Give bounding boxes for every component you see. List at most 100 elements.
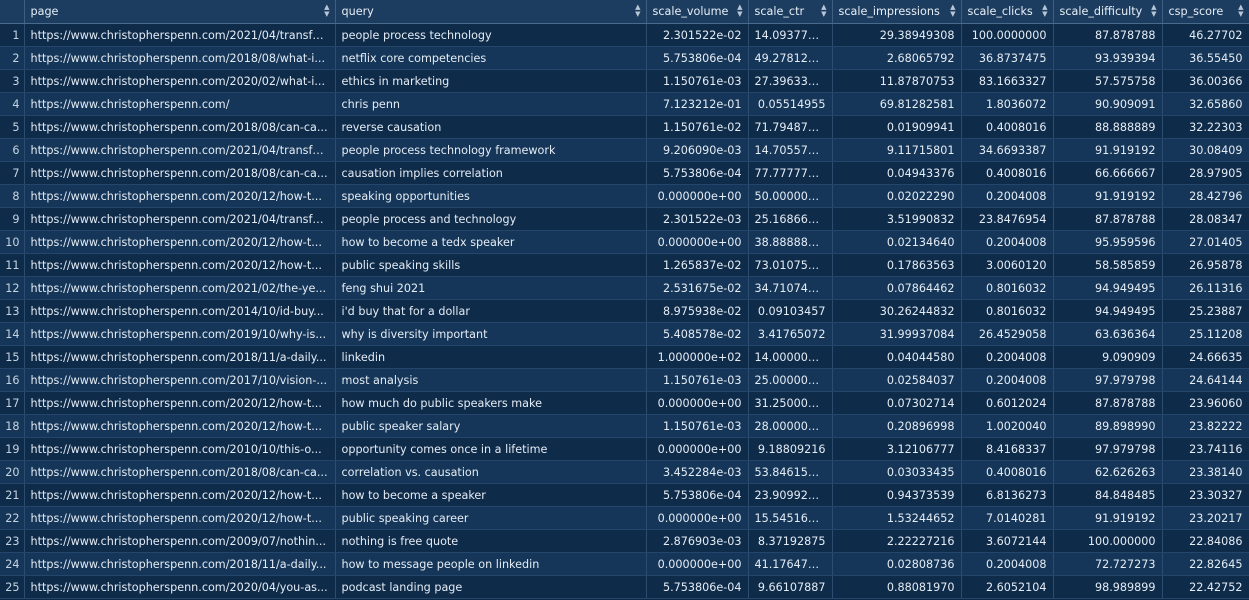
sort-icon[interactable]: ▲ ▼ (821, 4, 826, 18)
table-row[interactable]: 2 https://www.christopherspenn.com/2018/0… (0, 46, 1249, 70)
cell-scale-volume: 0.000000e+00 (646, 437, 749, 461)
sort-icon[interactable]: ▲ ▼ (635, 4, 640, 18)
cell-scale-volume: 0.000000e+00 (646, 552, 749, 576)
table-row[interactable]: 22 https://www.christopherspenn.com/2020/… (0, 506, 1249, 530)
table-row[interactable]: 12 https://www.christopherspenn.com/2021/… (0, 276, 1249, 300)
cell-csp-score: 26.95878 (1162, 253, 1249, 277)
table-row[interactable]: 6 https://www.christopherspenn.com/2021/0… (0, 138, 1249, 162)
cell-scale-difficulty: 95.959596 (1053, 230, 1163, 254)
cell-scale-impressions: 69.81282581 (832, 92, 962, 116)
sort-icon[interactable]: ▲ ▼ (1238, 4, 1243, 18)
table-row[interactable]: 23 https://www.christopherspenn.com/2009/… (0, 529, 1249, 553)
column-header-scale-ctr[interactable]: scale_ctr ▲ ▼ (748, 0, 833, 24)
table-body: 1 https://www.christopherspenn.com/2021/0… (0, 23, 1249, 599)
table-row[interactable]: 10 https://www.christopherspenn.com/2020/… (0, 230, 1249, 254)
table-row[interactable]: 16 https://www.christopherspenn.com/2017/… (0, 368, 1249, 392)
table-row[interactable]: 25 https://www.christopherspenn.com/2020/… (0, 575, 1249, 599)
cell-page: https://www.christopherspenn.com/2020/12… (24, 391, 336, 415)
table-row[interactable]: 1 https://www.christopherspenn.com/2021/0… (0, 23, 1249, 47)
row-number: 1 (0, 23, 25, 47)
table-row[interactable]: 17 https://www.christopherspenn.com/2020/… (0, 391, 1249, 415)
table-row[interactable]: 13 https://www.christopherspenn.com/2014/… (0, 299, 1249, 323)
cell-scale-ctr: 0.09103457 (748, 299, 833, 323)
cell-query: why is diversity important (335, 322, 647, 346)
cell-scale-clicks: 6.8136273 (961, 483, 1054, 507)
row-number: 24 (0, 552, 25, 576)
cell-scale-clicks: 2.6052104 (961, 575, 1054, 599)
cell-scale-volume: 1.150761e-03 (646, 368, 749, 392)
cell-scale-impressions: 3.51990832 (832, 207, 962, 231)
table-row[interactable]: 9 https://www.christopherspenn.com/2021/0… (0, 207, 1249, 231)
cell-scale-difficulty: 84.848485 (1053, 483, 1163, 507)
cell-scale-volume: 0.000000e+00 (646, 391, 749, 415)
cell-query: linkedin (335, 345, 647, 369)
cell-scale-impressions: 29.38949308 (832, 23, 962, 47)
column-header-scale-difficulty[interactable]: scale_difficulty ▲ ▼ (1053, 0, 1163, 24)
cell-scale-ctr: 73.01075269 (748, 253, 833, 277)
cell-page: https://www.christopherspenn.com/2018/08… (24, 46, 336, 70)
cell-scale-ctr: 14.70557952 (748, 138, 833, 162)
cell-scale-volume: 2.876903e-03 (646, 529, 749, 553)
row-number-header (0, 0, 25, 24)
sort-icon[interactable]: ▲ ▼ (324, 4, 329, 18)
sort-icon[interactable]: ▲ ▼ (1151, 4, 1156, 18)
cell-page: https://www.christopherspenn.com/2020/04… (24, 575, 336, 599)
table-row[interactable]: 11 https://www.christopherspenn.com/2020/… (0, 253, 1249, 277)
table-row[interactable]: 8 https://www.christopherspenn.com/2020/1… (0, 184, 1249, 208)
cell-scale-volume: 2.301522e-03 (646, 207, 749, 231)
cell-csp-score: 23.20217 (1162, 506, 1249, 530)
row-number: 4 (0, 92, 25, 116)
row-number: 8 (0, 184, 25, 208)
cell-scale-ctr: 49.27812152 (748, 46, 833, 70)
row-number: 14 (0, 322, 25, 346)
cell-scale-difficulty: 87.878788 (1053, 391, 1163, 415)
table-row[interactable]: 15 https://www.christopherspenn.com/2018/… (0, 345, 1249, 369)
sort-icon[interactable]: ▲ ▼ (950, 4, 955, 18)
cell-scale-ctr: 14.00000000 (748, 345, 833, 369)
cell-scale-clicks: 0.4008016 (961, 161, 1054, 185)
table-row[interactable]: 19 https://www.christopherspenn.com/2010/… (0, 437, 1249, 461)
table-row[interactable]: 24 https://www.christopherspenn.com/2018/… (0, 552, 1249, 576)
cell-scale-impressions: 0.07302714 (832, 391, 962, 415)
cell-scale-impressions: 0.03033435 (832, 460, 962, 484)
cell-csp-score: 27.01405 (1162, 230, 1249, 254)
column-header-scale-impressions[interactable]: scale_impressions ▲ ▼ (832, 0, 962, 24)
row-number: 22 (0, 506, 25, 530)
column-header-query[interactable]: query ▲ ▼ (335, 0, 647, 24)
cell-page: https://www.christopherspenn.com/2020/12… (24, 230, 336, 254)
cell-scale-difficulty: 66.666667 (1053, 161, 1163, 185)
table-row[interactable]: 20 https://www.christopherspenn.com/2018/… (0, 460, 1249, 484)
cell-scale-clicks: 0.2004008 (961, 184, 1054, 208)
row-number: 7 (0, 161, 25, 185)
sort-icon[interactable]: ▲ ▼ (1042, 4, 1047, 18)
cell-csp-score: 36.00366 (1162, 69, 1249, 93)
cell-scale-clicks: 36.8737475 (961, 46, 1054, 70)
column-header-csp-score[interactable]: csp_score ▲ ▼ (1162, 0, 1249, 24)
cell-scale-clicks: 0.4008016 (961, 460, 1054, 484)
cell-csp-score: 28.42796 (1162, 184, 1249, 208)
cell-scale-ctr: 34.71074380 (748, 276, 833, 300)
table-row[interactable]: 21 https://www.christopherspenn.com/2020/… (0, 483, 1249, 507)
table-row[interactable]: 5 https://www.christopherspenn.com/2018/0… (0, 115, 1249, 139)
cell-page: https://www.christopherspenn.com/2020/12… (24, 414, 336, 438)
cell-page: https://www.christopherspenn.com/2021/04… (24, 207, 336, 231)
cell-scale-clicks: 0.2004008 (961, 230, 1054, 254)
cell-scale-impressions: 0.94373539 (832, 483, 962, 507)
cell-scale-ctr: 38.88888889 (748, 230, 833, 254)
table-row[interactable]: 18 https://www.christopherspenn.com/2020/… (0, 414, 1249, 438)
cell-scale-ctr: 9.66107887 (748, 575, 833, 599)
table-row[interactable]: 7 https://www.christopherspenn.com/2018/0… (0, 161, 1249, 185)
cell-scale-impressions: 2.68065792 (832, 46, 962, 70)
table-row[interactable]: 4 https://www.christopherspenn.com/chris … (0, 92, 1249, 116)
table-row[interactable]: 3 https://www.christopherspenn.com/2020/0… (0, 69, 1249, 93)
cell-scale-difficulty: 91.919192 (1053, 184, 1163, 208)
table-row[interactable]: 14 https://www.christopherspenn.com/2019/… (0, 322, 1249, 346)
sort-icon[interactable]: ▲ ▼ (737, 4, 742, 18)
column-header-scale-clicks[interactable]: scale_clicks ▲ ▼ (961, 0, 1054, 24)
column-header-scale-volume[interactable]: scale_volume ▲ ▼ (646, 0, 749, 24)
cell-scale-volume: 3.452284e-03 (646, 460, 749, 484)
cell-scale-volume: 8.975938e-02 (646, 299, 749, 323)
column-header-page[interactable]: page ▲ ▼ (24, 0, 336, 24)
cell-scale-impressions: 0.02134640 (832, 230, 962, 254)
cell-scale-clicks: 1.8036072 (961, 92, 1054, 116)
